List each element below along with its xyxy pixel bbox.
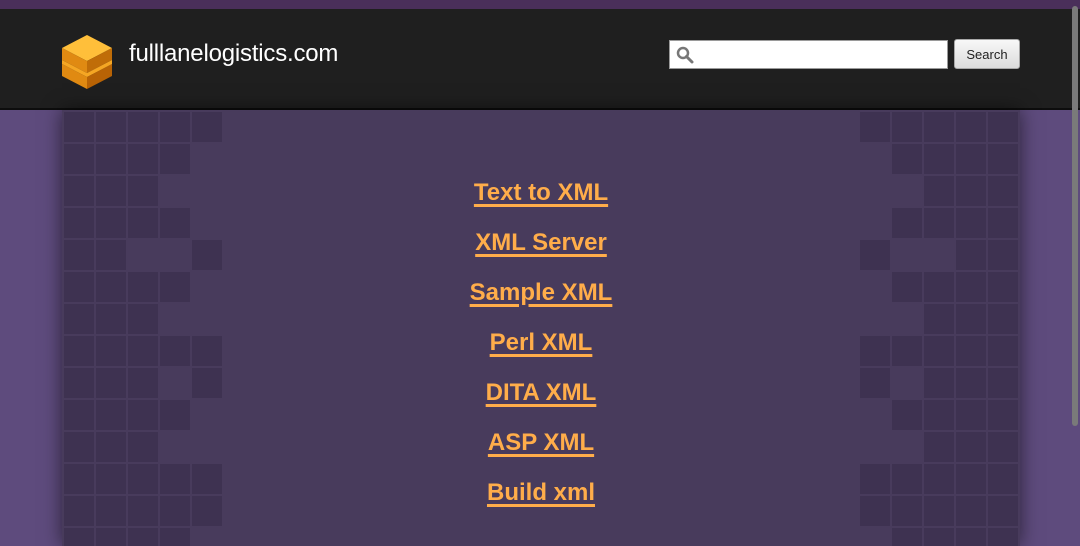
decorative-tile (64, 112, 94, 142)
decorative-tile (192, 112, 222, 142)
decorative-tile (160, 528, 190, 546)
decorative-tile (956, 144, 986, 174)
decorative-tile (128, 528, 158, 546)
decorative-tile (924, 112, 954, 142)
decorative-tile (924, 528, 954, 546)
list-item: XML Server (62, 226, 1020, 276)
decorative-tile (64, 528, 94, 546)
decorative-tile (96, 528, 126, 546)
link-sample-xml[interactable]: Sample XML (470, 279, 613, 306)
list-item: Perl XML (62, 326, 1020, 376)
decorative-tile (988, 528, 1018, 546)
top-strip (0, 0, 1080, 9)
list-item: Sample XML (62, 276, 1020, 326)
list-item: DITA XML (62, 376, 1020, 426)
decorative-tile (160, 112, 190, 142)
link-build-xml[interactable]: Build xml (487, 479, 595, 506)
decorative-tile (64, 144, 94, 174)
page-scrollbar[interactable] (1070, 0, 1080, 546)
link-asp-xml[interactable]: ASP XML (488, 429, 594, 456)
search-button[interactable]: Search (954, 39, 1020, 69)
link-text-to-xml[interactable]: Text to XML (474, 179, 608, 206)
decorative-tile (988, 144, 1018, 174)
decorative-tile (892, 112, 922, 142)
decorative-tile (892, 144, 922, 174)
decorative-tile (160, 144, 190, 174)
link-xml-server[interactable]: XML Server (475, 229, 607, 256)
site-name[interactable]: fulllanelogistics.com (129, 40, 338, 68)
list-item: Text to XML (62, 176, 1020, 226)
decorative-tile (956, 528, 986, 546)
scrollbar-thumb[interactable] (1072, 6, 1078, 426)
decorative-tile (128, 112, 158, 142)
link-dita-xml[interactable]: DITA XML (486, 379, 597, 406)
decorative-tile (860, 112, 890, 142)
decorative-tile (924, 144, 954, 174)
decorative-tile (988, 112, 1018, 142)
decorative-tile (956, 112, 986, 142)
logo-icon[interactable] (60, 33, 114, 93)
decorative-tile (128, 144, 158, 174)
list-item: ASP XML (62, 426, 1020, 476)
decorative-tile (96, 144, 126, 174)
link-perl-xml[interactable]: Perl XML (490, 329, 593, 356)
link-list: Text to XML XML Server Sample XML Perl X… (62, 176, 1020, 526)
decorative-tile (892, 528, 922, 546)
main-content: Text to XML XML Server Sample XML Perl X… (62, 110, 1020, 546)
search-input[interactable] (669, 40, 948, 69)
decorative-tile (96, 112, 126, 142)
list-item: Build xml (62, 476, 1020, 526)
search-icon (676, 46, 694, 64)
